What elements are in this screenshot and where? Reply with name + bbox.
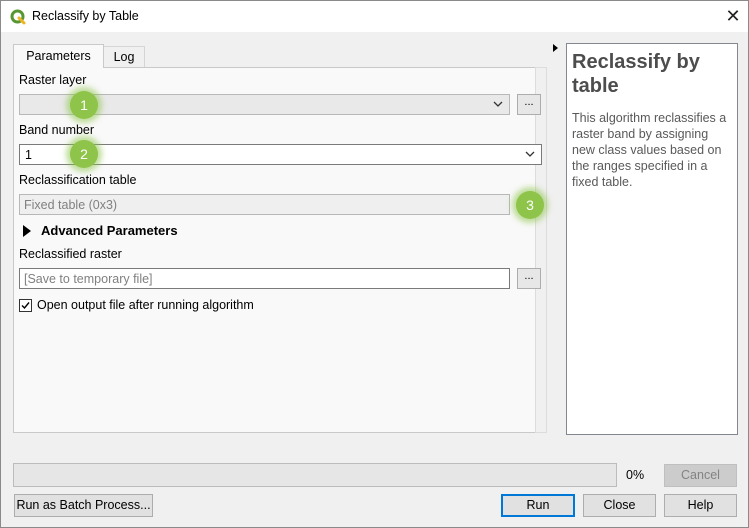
callout-badge-1: 1 bbox=[70, 91, 98, 119]
cancel-button[interactable]: Cancel bbox=[664, 464, 737, 487]
callout-badge-2: 2 bbox=[70, 140, 98, 168]
raster-layer-label: Raster layer bbox=[19, 73, 87, 87]
progress-bar bbox=[13, 463, 617, 487]
close-window-icon[interactable]: ✕ bbox=[721, 5, 745, 27]
expand-arrow-icon[interactable] bbox=[23, 225, 31, 237]
reclassified-raster-label: Reclassified raster bbox=[19, 247, 122, 261]
qgis-logo-icon bbox=[10, 9, 26, 25]
tab-parameters[interactable]: Parameters bbox=[13, 44, 104, 68]
run-as-batch-button[interactable]: Run as Batch Process... bbox=[14, 494, 153, 517]
help-panel: Reclassify by table This algorithm recla… bbox=[566, 43, 738, 435]
reclassification-table-field[interactable]: Fixed table (0x3) bbox=[19, 194, 510, 215]
output-browse-menu-button[interactable]: ... bbox=[517, 268, 541, 289]
help-description: This algorithm reclassifies a raster ban… bbox=[572, 111, 727, 189]
collapse-help-arrow-icon[interactable] bbox=[553, 44, 558, 52]
dialog-window: Reclassify by Table ✕ Parameters Log Ras… bbox=[0, 0, 749, 528]
title-bar: Reclassify by Table ✕ bbox=[1, 1, 748, 32]
band-number-value: 1 bbox=[25, 148, 32, 162]
chevron-down-icon bbox=[525, 151, 535, 157]
checkmark-icon bbox=[21, 302, 30, 310]
reclassified-raster-output-field[interactable]: [Save to temporary file] bbox=[19, 268, 510, 289]
help-title: Reclassify by table bbox=[572, 51, 700, 97]
help-button[interactable]: Help bbox=[664, 494, 737, 517]
progress-percent: 0% bbox=[626, 468, 645, 482]
raster-layer-browse-button[interactable]: ... bbox=[517, 94, 541, 115]
close-button[interactable]: Close bbox=[583, 494, 656, 517]
open-output-checkbox[interactable] bbox=[19, 299, 32, 312]
advanced-parameters-toggle[interactable]: Advanced Parameters bbox=[41, 223, 178, 238]
reclassification-table-label: Reclassification table bbox=[19, 173, 137, 187]
open-output-label: Open output file after running algorithm bbox=[37, 298, 254, 312]
reclassified-raster-placeholder: [Save to temporary file] bbox=[24, 272, 153, 286]
window-title: Reclassify by Table bbox=[32, 9, 139, 23]
reclassification-table-value: Fixed table (0x3) bbox=[24, 198, 118, 212]
run-button[interactable]: Run bbox=[501, 494, 575, 517]
chevron-down-icon bbox=[493, 101, 503, 107]
callout-badge-3: 3 bbox=[516, 191, 544, 219]
band-number-label: Band number bbox=[19, 123, 95, 137]
tab-log[interactable]: Log bbox=[104, 46, 145, 68]
panel-scrollbar[interactable] bbox=[535, 67, 547, 433]
